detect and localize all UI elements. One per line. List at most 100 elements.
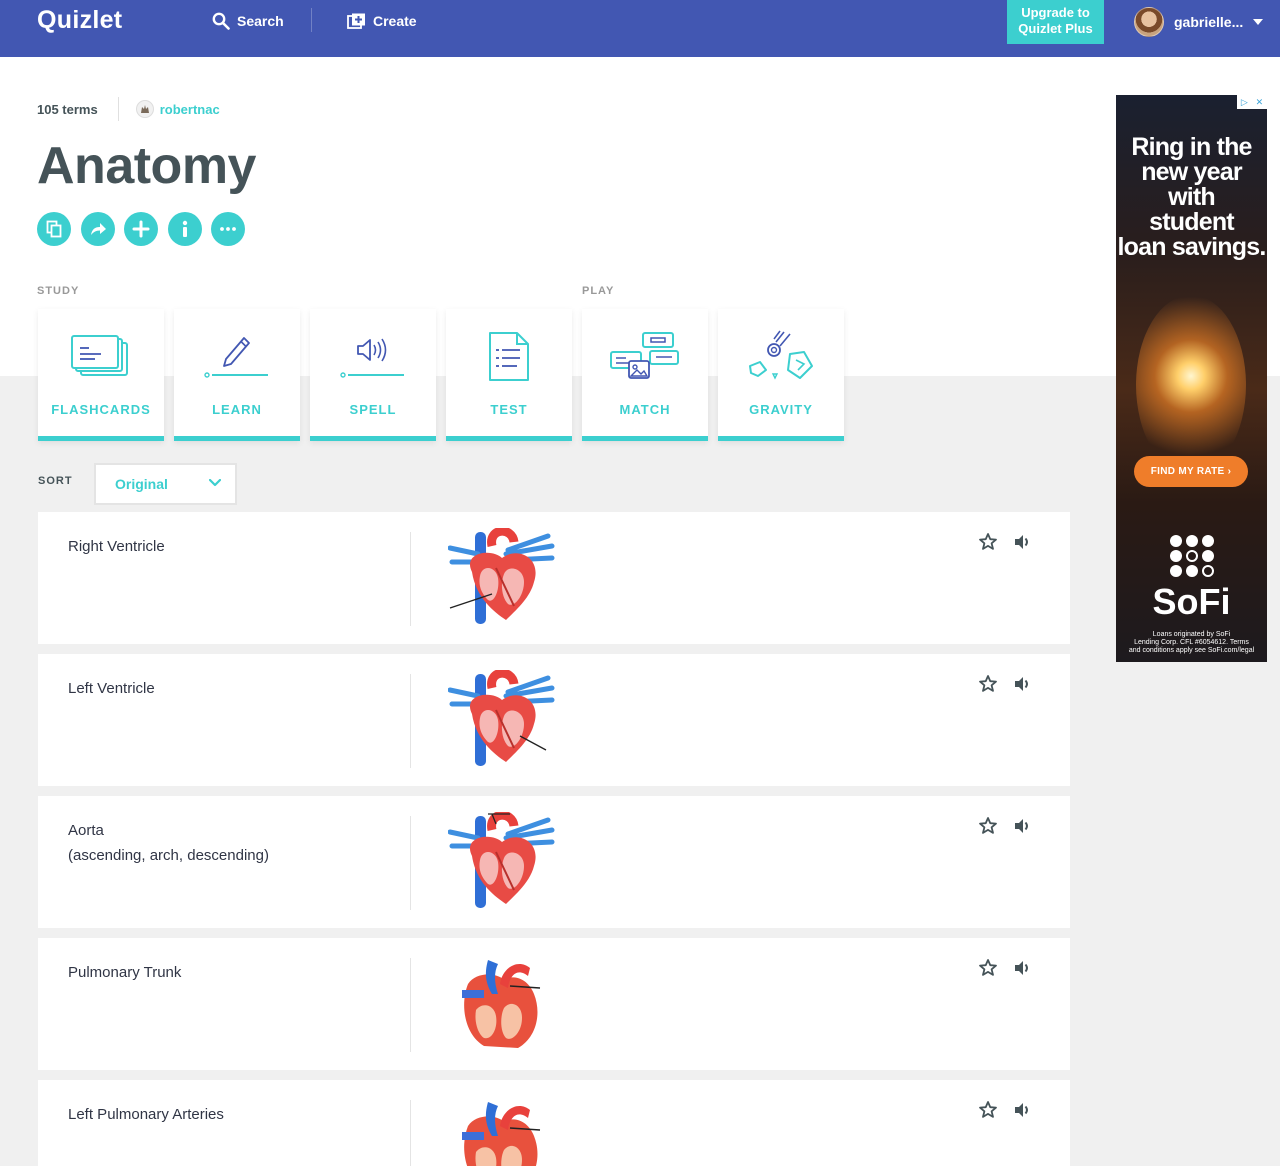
star-icon[interactable] (978, 674, 998, 694)
flashcards-card[interactable]: FLASHCARDS (38, 309, 164, 441)
term-text: Pulmonary Trunk (68, 964, 182, 981)
learn-card[interactable]: LEARN (174, 309, 300, 441)
row-divider (410, 816, 411, 910)
info-button[interactable] (167, 212, 202, 246)
sparkler-image (1136, 295, 1246, 475)
flashcards-label: FLASHCARDS (51, 402, 151, 417)
audio-icon[interactable] (1012, 958, 1032, 978)
spell-label: SPELL (349, 402, 397, 417)
flashcards-icon (71, 335, 128, 376)
test-icon (489, 332, 529, 381)
row-divider (410, 958, 411, 1052)
ad-choices-icon[interactable]: ▷ ✕ (1237, 95, 1267, 109)
sofi-logo-icon (1170, 535, 1214, 577)
row-divider (410, 674, 411, 768)
ad-headline-line: loan savings. (1117, 233, 1267, 261)
more-icon (220, 227, 236, 231)
term-row: Right Ventricle (38, 512, 1070, 644)
sort-label: SORT (38, 475, 73, 487)
star-icon[interactable] (978, 532, 998, 552)
spell-card[interactable]: SPELL (310, 309, 436, 441)
term-primary: Aorta (68, 822, 104, 839)
ad-headline-line: student (1149, 208, 1234, 236)
play-section-label: PLAY (582, 285, 615, 297)
gravity-icon (749, 330, 813, 380)
ad-headline-line: Ring in the (1131, 133, 1252, 161)
cta-label: FIND MY RATE (1150, 466, 1225, 477)
upgrade-button[interactable]: Upgrade to Quizlet Plus (1007, 0, 1104, 44)
heart-diagram-image (448, 670, 558, 770)
spell-icon (340, 338, 404, 378)
share-icon (90, 223, 106, 235)
fine-print-line: Lending Corp. CFL #6054612. Terms (1134, 639, 1249, 646)
chevron-down-icon (209, 479, 221, 487)
gravity-label: GRAVITY (749, 402, 813, 417)
gravity-card[interactable]: GRAVITY (718, 309, 844, 441)
ad-headline-line: new year (1141, 158, 1242, 186)
match-card[interactable]: MATCH (582, 309, 708, 441)
meta-divider (117, 97, 119, 121)
audio-icon[interactable] (1012, 1100, 1032, 1120)
dropdown-caret-icon (1253, 19, 1264, 25)
term-text: Right Ventricle (68, 538, 165, 555)
chevron-right-icon: › (1224, 466, 1232, 477)
top-navigation-bar: Quizlet Search Create Upgrade to Quizlet… (0, 0, 1280, 57)
search-button[interactable]: Search (212, 0, 284, 41)
term-row: Left Ventricle (38, 654, 1070, 786)
find-my-rate-button[interactable]: FIND MY RATE › (1134, 456, 1248, 487)
term-secondary: (ascending, arch, descending) (68, 847, 269, 864)
term-text: Left Pulmonary Arteries (68, 1106, 224, 1123)
heart-diagram-image (448, 528, 558, 628)
sort-dropdown[interactable]: Original (94, 463, 237, 505)
ad-headline: Ring in the new year with student loan s… (1116, 135, 1267, 260)
ad-headline-line: with (1168, 183, 1216, 211)
search-icon (212, 12, 230, 30)
author-avatar[interactable] (135, 100, 154, 118)
learn-label: LEARN (212, 402, 262, 417)
star-icon[interactable] (978, 816, 998, 836)
create-icon (347, 13, 365, 29)
term-count: 105 terms (37, 101, 98, 117)
copy-icon (46, 220, 62, 238)
create-button[interactable]: Create (347, 0, 417, 41)
user-menu[interactable]: gabrielle... (1134, 7, 1264, 37)
sofi-advertisement[interactable]: ▷ ✕ Ring in the new year with student lo… (1116, 95, 1267, 662)
audio-icon[interactable] (1012, 674, 1032, 694)
term-row: Aorta (ascending, arch, descending) (38, 796, 1070, 928)
term-text: Aorta (ascending, arch, descending) (68, 818, 398, 868)
row-divider (410, 1100, 411, 1166)
fine-print-line: and conditions apply see SoFi.com/legal (1128, 647, 1255, 654)
match-label: MATCH (619, 402, 671, 417)
learn-icon (204, 337, 268, 378)
audio-icon[interactable] (1012, 532, 1032, 552)
create-label: Create (373, 12, 417, 29)
star-icon[interactable] (978, 958, 998, 978)
term-row: Left Pulmonary Arteries (38, 1080, 1070, 1166)
heart-diagram-image (448, 812, 558, 912)
ad-brand: SoFi (1152, 581, 1231, 622)
audio-icon[interactable] (1012, 816, 1032, 836)
add-button[interactable] (124, 212, 158, 246)
set-actions (37, 212, 255, 246)
author-avatar-icon (140, 105, 149, 113)
fine-print-line: Loans originated by SoFi (1152, 631, 1231, 638)
share-button[interactable] (80, 212, 115, 246)
row-divider (410, 532, 411, 626)
search-label: Search (237, 12, 284, 29)
more-button[interactable] (211, 212, 245, 246)
add-icon (132, 220, 150, 238)
test-card[interactable]: TEST (446, 309, 572, 441)
star-icon[interactable] (978, 1100, 998, 1120)
author-link[interactable]: robertnac (160, 102, 220, 117)
study-modes: FLASHCARDS LEARN SPELL TEST MATCH GRAVIT… (38, 309, 854, 441)
ad-fine-print: Loans originated by SoFi Lending Corp. C… (1120, 631, 1263, 655)
user-avatar (1134, 7, 1164, 37)
quizlet-logo[interactable]: Quizlet (37, 6, 122, 35)
term-text: Left Ventricle (68, 680, 155, 697)
copy-button[interactable] (37, 212, 71, 246)
ad-close-icon: ✕ (1255, 96, 1264, 107)
set-title: Anatomy (37, 137, 256, 195)
info-icon (182, 220, 187, 237)
heart-diagram-image (461, 959, 541, 1049)
set-meta: 105 terms robertnac (37, 96, 220, 122)
